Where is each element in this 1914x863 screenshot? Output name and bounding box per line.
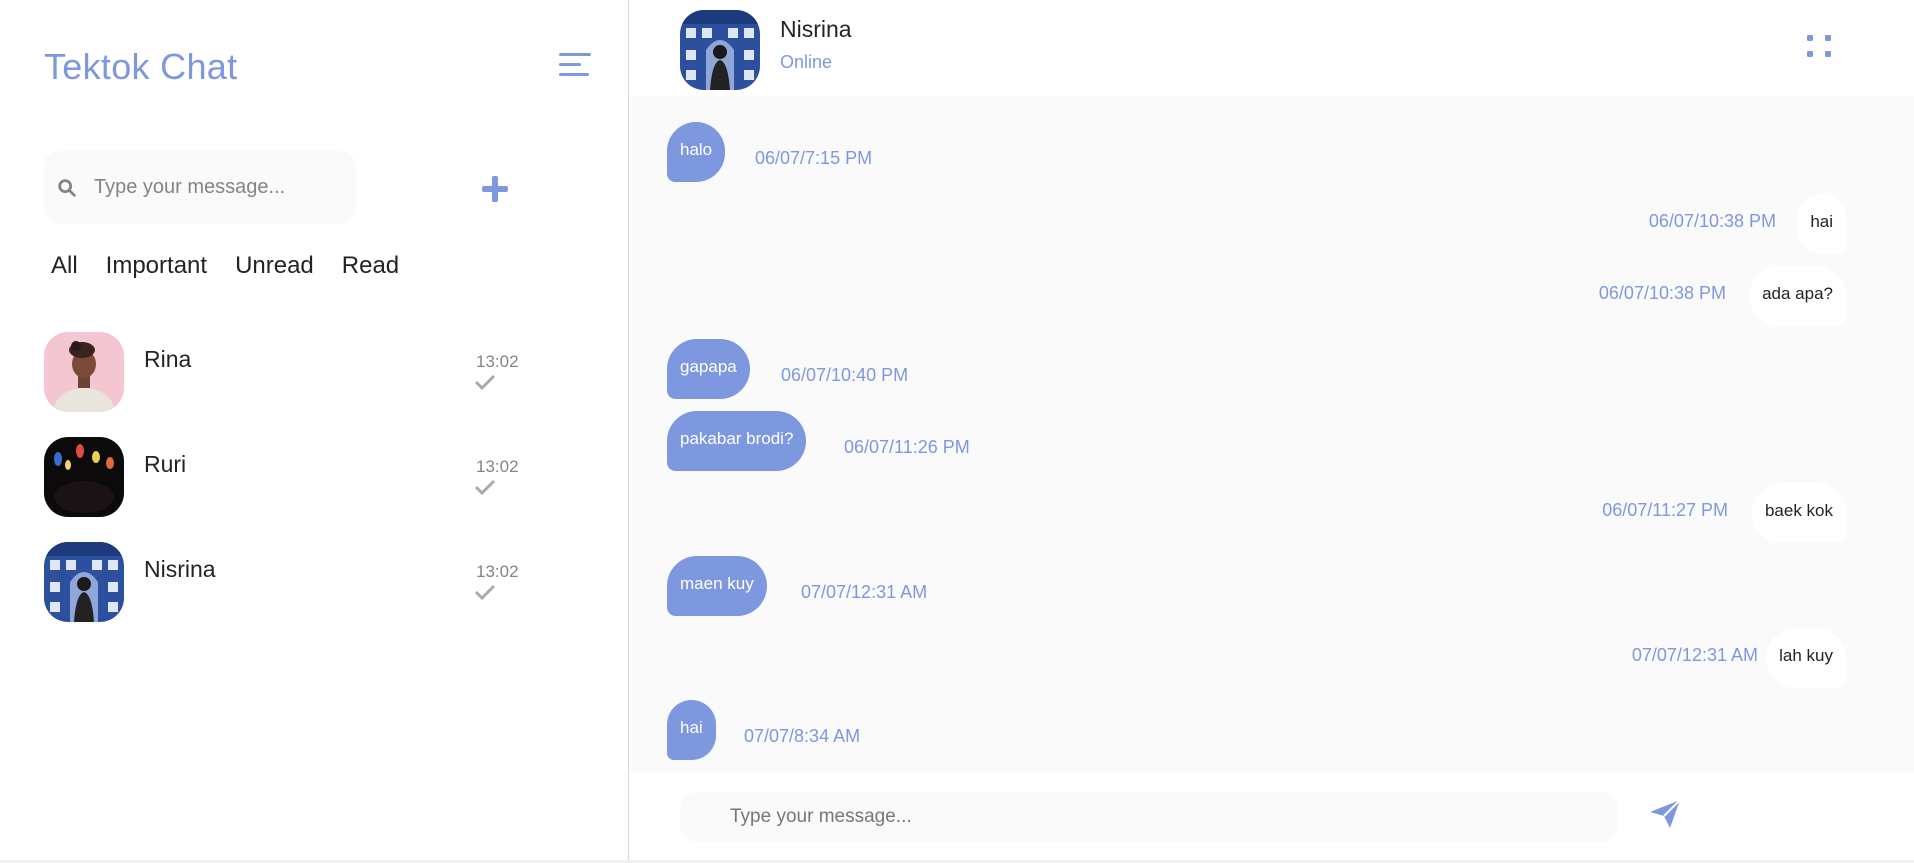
message-bubble-outgoing[interactable]: baek kok: [1751, 483, 1846, 543]
contact-item-rina[interactable]: Rina 13:02: [44, 332, 524, 412]
message-bubble-outgoing[interactable]: lah kuy: [1766, 628, 1846, 688]
contact-name: Ruri: [144, 451, 187, 477]
contact-name: Rina: [144, 346, 192, 372]
message-input[interactable]: [730, 806, 1580, 828]
avatar[interactable]: [680, 10, 760, 90]
search-icon: [58, 178, 76, 197]
check-icon: [474, 479, 496, 495]
plus-icon[interactable]: [478, 172, 512, 206]
contact-item-ruri[interactable]: Ruri 13:02: [44, 437, 524, 517]
message-timestamp: 07/07/12:31 AM: [1631, 645, 1758, 665]
tab-unread[interactable]: Unread: [235, 252, 314, 280]
message-timestamp: 06/07/11:26 PM: [844, 437, 970, 457]
message-timestamp: 06/07/10:40 PM: [781, 365, 909, 385]
hamburger-menu-icon[interactable]: [559, 53, 591, 79]
message-timestamp: 06/07/10:38 PM: [1598, 283, 1726, 303]
check-icon: [474, 584, 496, 600]
tab-all[interactable]: All: [51, 252, 78, 280]
contact-name: Nisrina: [144, 556, 216, 582]
chat-panel: Nisrina Online halo 06/07/7:15 PM hai 06…: [630, 0, 1914, 860]
message-timestamp: 06/07/10:38 PM: [1648, 211, 1776, 231]
sidebar: Tektok Chat All Important Unread Read: [0, 0, 629, 860]
contact-time: 13:02: [476, 562, 519, 581]
message-bubble-incoming[interactable]: hai: [667, 700, 716, 760]
send-icon[interactable]: [1648, 797, 1682, 831]
search-box: [44, 151, 356, 224]
message-timestamp: 06/07/11:27 PM: [1602, 500, 1728, 520]
message-bubble-incoming[interactable]: pakabar brodi?: [667, 411, 807, 471]
message-bubble-outgoing[interactable]: ada apa?: [1749, 266, 1846, 326]
message-list: halo 06/07/7:15 PM hai 06/07/10:38 PM ad…: [630, 96, 1914, 772]
message-bubble-incoming[interactable]: halo: [667, 122, 726, 182]
message-bubble-incoming[interactable]: maen kuy: [667, 556, 767, 616]
chat-contact-status: Online: [780, 52, 833, 72]
avatar: [44, 332, 124, 412]
message-bubble-incoming[interactable]: gapapa: [667, 339, 750, 399]
tab-important[interactable]: Important: [106, 252, 207, 280]
filter-tabs: All Important Unread Read: [51, 252, 427, 280]
contact-time: 13:02: [476, 352, 519, 371]
contact-item-nisrina[interactable]: Nisrina 13:02: [44, 542, 524, 622]
message-composer: [680, 792, 1618, 842]
chat-contact-name: Nisrina: [780, 16, 852, 42]
avatar: [44, 542, 124, 622]
four-dots-icon[interactable]: [1804, 32, 1834, 60]
avatar: [44, 437, 124, 517]
contact-time: 13:02: [476, 457, 519, 476]
message-timestamp: 07/07/12:31 AM: [801, 582, 928, 602]
chat-header: Nisrina Online: [630, 0, 1914, 96]
message-timestamp: 07/07/8:34 AM: [744, 726, 861, 746]
app-title: Tektok Chat: [44, 46, 238, 87]
check-icon: [474, 374, 496, 390]
search-input[interactable]: [94, 176, 334, 199]
message-timestamp: 06/07/7:15 PM: [755, 148, 873, 168]
tab-read[interactable]: Read: [342, 252, 399, 280]
message-bubble-outgoing[interactable]: hai: [1797, 194, 1846, 254]
